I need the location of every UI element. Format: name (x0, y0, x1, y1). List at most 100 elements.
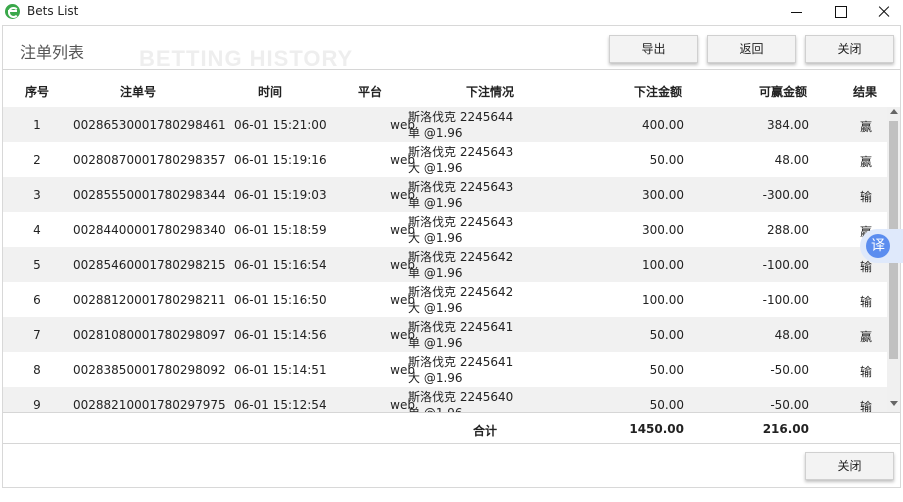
row-seq: 3 (33, 188, 41, 202)
row-win-amount: 48.00 (774, 153, 809, 167)
table-row[interactable]: 3 00285550001780298344 06-01 15:19:03 web 30… (3, 177, 887, 212)
table-body[interactable]: 1 00286530001780298461 06-01 15:21:00 web 40… (3, 107, 887, 412)
row-seq: 5 (33, 258, 41, 272)
row-platform: web (390, 363, 415, 377)
row-win-amount: 48.00 (774, 328, 809, 342)
row-bet-detail: 斯洛伐克 2245641 大 @1.96 (408, 355, 568, 386)
row-bet-amount: 400.00 (642, 118, 684, 132)
scroll-up-icon[interactable] (889, 109, 898, 114)
row-seq: 2 (33, 153, 41, 167)
row-time: 06-01 15:19:03 (234, 188, 327, 202)
footer-close-button[interactable]: 关闭 (805, 452, 894, 480)
row-win-amount: 384.00 (767, 118, 809, 132)
bet-detail-line2: 大 @1.96 (408, 300, 463, 315)
row-result: 输 (859, 400, 872, 412)
row-platform: web (390, 328, 415, 342)
row-bet-no: 00288120001780298211 (73, 293, 226, 307)
bet-detail-line1: 斯洛伐克 2245643 (408, 180, 514, 194)
row-seq: 4 (33, 223, 41, 237)
table-row[interactable]: 2 00280870001780298357 06-01 15:19:16 web 50… (3, 142, 887, 177)
bet-detail-line1: 斯洛伐克 2245644 (408, 110, 514, 124)
row-bet-detail: 斯洛伐克 2245643 单 @1.96 (408, 180, 568, 211)
row-result: 赢 (859, 155, 872, 169)
maximize-button[interactable] (818, 0, 864, 24)
bet-detail-line2: 大 @1.96 (408, 160, 463, 175)
row-seq: 8 (33, 363, 41, 377)
watermark: BETTING HISTORY (139, 46, 354, 71)
column-header-platform: 平台 (358, 85, 383, 99)
row-bet-no: 00285550001780298344 (73, 188, 226, 202)
minimize-button[interactable] (774, 0, 820, 24)
scroll-down-icon[interactable] (889, 401, 898, 406)
totals-label: 合计 (473, 424, 498, 438)
table-row[interactable]: 7 00281080001780298097 06-01 15:14:56 web 50… (3, 317, 887, 352)
row-win-amount: -100.00 (762, 293, 809, 307)
row-bet-detail: 斯洛伐克 2245644 单 @1.96 (408, 110, 568, 141)
page-title: 注单列表 (20, 43, 85, 62)
row-time: 06-01 15:14:51 (234, 363, 327, 377)
row-bet-amount: 100.00 (642, 293, 684, 307)
row-bet-no: 00285460001780298215 (73, 258, 226, 272)
row-bet-no: 00284400001780298340 (73, 223, 226, 237)
row-bet-detail: 斯洛伐克 2245640单 @1.96 (408, 390, 568, 412)
bet-detail-line1: 斯洛伐克 2245642 (408, 250, 514, 264)
bet-detail-line1: 斯洛伐克 2245641 (408, 355, 514, 369)
row-platform: web (390, 258, 415, 272)
row-platform: web (390, 188, 415, 202)
row-win-amount: -50.00 (770, 398, 809, 412)
close-window-button[interactable] (861, 0, 903, 24)
row-bet-no: 00288210001780297975 (73, 398, 226, 412)
title-bar: Bets List (0, 0, 903, 24)
column-header-time: 时间 (258, 85, 283, 99)
row-bet-amount: 50.00 (649, 363, 684, 377)
translate-icon[interactable]: 译 (866, 234, 890, 258)
back-button[interactable]: 返回 (707, 35, 796, 63)
table-row[interactable]: 4 00284400001780298340 06-01 15:18:59 web 30… (3, 212, 887, 247)
row-win-amount: 288.00 (767, 223, 809, 237)
table-row[interactable]: 1 00286530001780298461 06-01 15:21:00 web 40… (3, 107, 887, 142)
column-header-bet-detail: 下注情况 (466, 85, 515, 99)
row-bet-no: 00286530001780298461 (73, 118, 226, 132)
table-row[interactable]: 5 00285460001780298215 06-01 15:16:54 web 10… (3, 247, 887, 282)
row-bet-detail: 斯洛伐克 2245641 单 @1.96 (408, 320, 568, 351)
table-row[interactable]: 9 00288210001780297975 06-01 15:12:54 web 50… (3, 387, 887, 412)
row-result: 赢 (859, 330, 872, 344)
export-button[interactable]: 导出 (609, 35, 698, 63)
row-bet-no: 00283850001780298092 (73, 363, 226, 377)
row-bet-amount: 100.00 (642, 258, 684, 272)
bet-detail-line2: 单 @1.96 (408, 335, 463, 350)
table-row[interactable]: 6 00288120001780298211 06-01 15:16:50 web 10… (3, 282, 887, 317)
row-bet-detail: 斯洛伐克 2245643 大 @1.96 (408, 215, 568, 246)
row-bet-detail: 斯洛伐克 2245642 大 @1.96 (408, 285, 568, 316)
row-bet-no: 00280870001780298357 (73, 153, 226, 167)
bet-detail-line2: 单 @1.96 (408, 125, 463, 140)
row-bet-amount: 300.00 (642, 223, 684, 237)
column-header-win-amount: 可赢金额 (759, 85, 808, 99)
row-time: 06-01 15:12:54 (234, 398, 327, 412)
translate-widget[interactable]: 译 (860, 229, 903, 263)
row-platform: web (390, 223, 415, 237)
row-bet-no: 00281080001780298097 (73, 328, 226, 342)
row-seq: 9 (33, 398, 41, 412)
totals-row: 合计 1450.00 216.00 (3, 412, 900, 444)
total-bet-amount: 1450.00 (629, 422, 684, 436)
total-win-amount: 216.00 (762, 422, 809, 436)
bet-detail-line1: 斯洛伐克 2245642 (408, 285, 514, 299)
window-title: Bets List (27, 4, 79, 18)
row-result: 输 (859, 295, 872, 309)
row-bet-detail: 斯洛伐克 2245643 大 @1.96 (408, 145, 568, 176)
row-seq: 7 (33, 328, 41, 342)
row-platform: web (390, 398, 415, 412)
table-row[interactable]: 8 00283850001780298092 06-01 15:14:51 web 50… (3, 352, 887, 387)
bets-list-panel: 注单列表 BETTING HISTORY 导出 返回 关闭 序号 注单号 时间 … (2, 25, 901, 488)
close-button[interactable]: 关闭 (805, 35, 894, 63)
row-platform: web (390, 118, 415, 132)
column-header-bet-no: 注单号 (120, 85, 157, 99)
column-header-seq: 序号 (25, 85, 50, 99)
row-bet-amount: 300.00 (642, 188, 684, 202)
row-seq: 1 (33, 118, 41, 132)
table-header: 序号 注单号 时间 平台 下注情况 下注金额 可赢金额 结果 (3, 71, 900, 107)
app-icon (5, 4, 20, 19)
bet-detail-line2: 单 @1.96 (408, 195, 463, 210)
row-result: 输 (859, 365, 872, 379)
